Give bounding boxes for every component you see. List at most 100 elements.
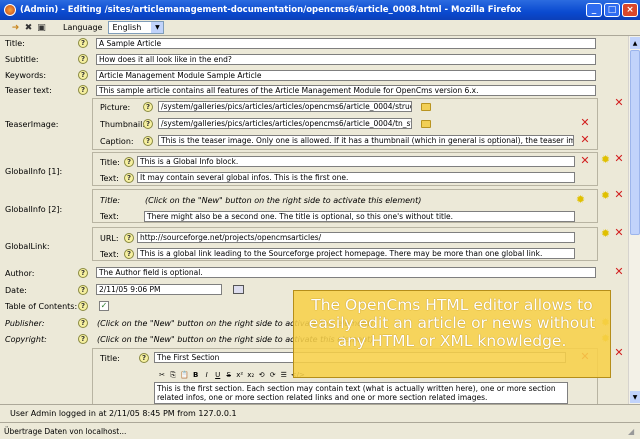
delete-icon[interactable]: ✕ (580, 134, 590, 145)
globalinfo-1-title-label: Title: (100, 158, 120, 167)
window-titlebar: (Admin) - Editing /sites/articlemanageme… (0, 0, 640, 20)
scrollbar-thumb[interactable] (630, 50, 640, 235)
title-input[interactable]: A Sample Article (96, 38, 596, 49)
rte-toolbar: ✂⎘📋BIUSx²x₂⟲⟳☰</> (158, 369, 305, 381)
caption-label: Caption: (100, 137, 134, 146)
rte-button[interactable]: 📋 (180, 371, 189, 379)
delete-icon[interactable]: ✕ (614, 266, 624, 277)
help-icon[interactable]: ? (124, 157, 134, 167)
section-title-label: Title: (100, 354, 120, 363)
rte-button[interactable]: x₂ (247, 371, 255, 379)
scroll-down-icon[interactable]: ▼ (630, 391, 640, 403)
help-icon[interactable]: ? (78, 70, 88, 80)
help-icon[interactable]: ? (124, 233, 134, 243)
globalinfo-2-title-label: Title: (100, 196, 121, 205)
delete-icon[interactable]: ✕ (580, 155, 590, 166)
folder-icon[interactable] (421, 120, 431, 128)
help-icon[interactable]: ? (78, 334, 88, 344)
firefox-icon (4, 4, 16, 16)
picture-input[interactable]: /system/galleries/pics/articles/articles… (158, 101, 412, 112)
delete-icon[interactable]: ✕ (614, 97, 624, 108)
session-status: User Admin logged in at 2/11/05 8:45 PM … (0, 404, 640, 422)
help-icon[interactable]: ? (143, 102, 153, 112)
help-icon[interactable]: ? (78, 268, 88, 278)
link-text-input[interactable]: This is a global link leading to the Sou… (137, 248, 575, 259)
globallink-label: GlobalLink: (5, 242, 50, 251)
keywords-input[interactable]: Article Management Module Sample Article (96, 70, 596, 81)
teaser-text-label: Teaser text: (5, 86, 52, 95)
calendar-icon[interactable] (233, 285, 244, 294)
promo-overlay: The OpenCms HTML editor allows to easily… (293, 290, 611, 378)
help-icon[interactable]: ? (78, 85, 88, 95)
rte-button[interactable]: I (203, 371, 211, 379)
copyright-label: Copyright: (5, 335, 47, 344)
rte-button[interactable]: ✂ (158, 371, 166, 379)
toc-checkbox[interactable]: ✓ (99, 301, 109, 311)
language-label: Language (63, 23, 103, 32)
teaser-text-input[interactable]: This sample article contains all feature… (96, 85, 596, 96)
globalinfo-1-title-input[interactable]: This is a Global Info block. (137, 156, 575, 167)
section-body-editor[interactable]: This is the first section. Each section … (154, 382, 568, 404)
help-icon[interactable]: ? (124, 173, 134, 183)
rte-button[interactable]: S (225, 371, 233, 379)
globalinfo-2-text-input[interactable]: There might also be a second one. The ti… (144, 211, 575, 222)
help-icon[interactable]: ? (78, 285, 88, 295)
globalinfo-1-label: GlobalInfo [1]: (5, 167, 63, 176)
help-icon[interactable]: ? (78, 318, 88, 328)
rte-button[interactable]: x² (236, 371, 244, 379)
delete-icon[interactable]: ✕ (614, 227, 624, 238)
help-icon[interactable]: ? (78, 301, 88, 311)
toc-label: Table of Contents: (5, 302, 78, 311)
vertical-scrollbar[interactable]: ▲ ▼ (628, 36, 640, 404)
help-icon[interactable]: ? (143, 136, 153, 146)
date-input[interactable]: 2/11/05 9:06 PM (96, 284, 222, 295)
chevron-down-icon: ▼ (151, 22, 164, 33)
url-label: URL: (100, 234, 119, 243)
delete-icon[interactable]: ✕ (614, 153, 624, 164)
rte-button[interactable]: ⟳ (269, 371, 277, 379)
minimize-button[interactable]: _ (586, 3, 602, 17)
url-input[interactable]: http://sourceforge.net/projects/opencmsa… (137, 232, 575, 243)
help-icon[interactable]: ? (78, 38, 88, 48)
new-icon[interactable]: ✹ (600, 228, 611, 239)
language-select[interactable]: English ▼ (108, 21, 165, 34)
help-icon[interactable]: ? (139, 353, 149, 363)
scroll-up-icon[interactable]: ▲ (630, 37, 640, 49)
browser-status-bar: Übertrage Daten von localhost... ◢ (0, 422, 640, 439)
new-icon[interactable]: ✹ (575, 194, 586, 205)
delete-icon[interactable]: ✕ (614, 347, 624, 358)
delete-icon[interactable]: ✕ (580, 117, 590, 128)
rte-button[interactable]: ☰ (280, 371, 288, 379)
editor-toolbar: ➜ ✖ ▣ Language English ▼ (0, 20, 640, 36)
folder-icon[interactable] (421, 103, 431, 111)
thumbnail-input[interactable]: /system/galleries/pics/articles/articles… (158, 118, 412, 129)
globalinfo-2-hint: (Click on the "New" button on the right … (145, 196, 422, 205)
author-input[interactable]: The Author field is optional. (96, 267, 596, 278)
help-icon[interactable]: ? (143, 119, 153, 129)
rte-button[interactable]: ⟲ (258, 371, 266, 379)
date-label: Date: (5, 286, 27, 295)
resize-grip-icon[interactable]: ◢ (628, 427, 638, 437)
keywords-label: Keywords: (5, 71, 47, 80)
caption-input[interactable]: This is the teaser image. Only one is al… (158, 135, 574, 146)
maximize-button[interactable]: □ (604, 3, 620, 17)
subtitle-input[interactable]: How does it all look like in the end? (96, 54, 596, 65)
save-exit-icon[interactable]: ✖ (23, 22, 34, 33)
exit-icon[interactable]: ➜ (10, 22, 21, 33)
help-icon[interactable]: ? (124, 249, 134, 259)
rte-button[interactable]: B (192, 371, 200, 379)
help-icon[interactable]: ? (78, 54, 88, 64)
new-icon[interactable]: ✹ (600, 154, 611, 165)
author-label: Author: (5, 269, 35, 278)
thumbnail-label: Thumbnail: (100, 120, 146, 129)
save-icon[interactable]: ▣ (36, 22, 47, 33)
new-icon[interactable]: ✹ (600, 190, 611, 201)
close-button[interactable]: × (622, 3, 638, 17)
title-label: Title: (5, 39, 25, 48)
rte-button[interactable]: U (214, 371, 222, 379)
globalinfo-1-text-input[interactable]: It may contain several global infos. Thi… (137, 172, 575, 183)
subtitle-label: Subtitle: (5, 55, 39, 64)
window-title: (Admin) - Editing /sites/articlemanageme… (20, 5, 522, 15)
rte-button[interactable]: ⎘ (169, 371, 177, 380)
delete-icon[interactable]: ✕ (614, 189, 624, 200)
